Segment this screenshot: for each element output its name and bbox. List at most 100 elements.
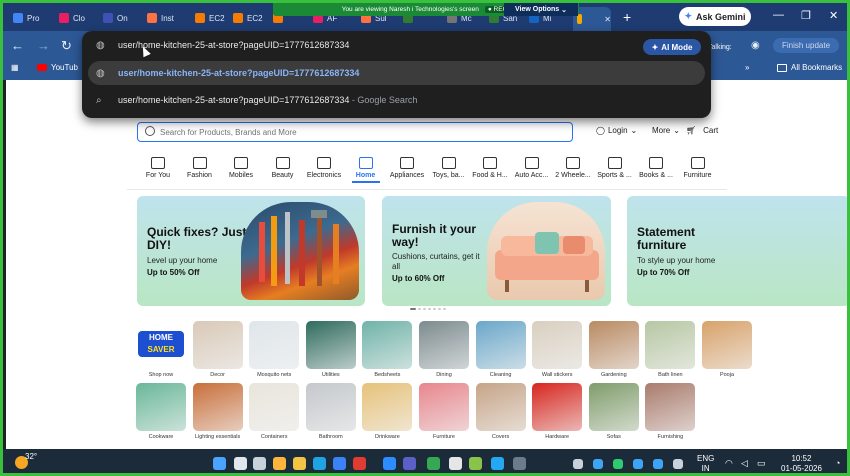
all-bookmarks[interactable]: All Bookmarks [777, 63, 842, 72]
forward-icon[interactable]: → [37, 38, 50, 53]
close-tab-icon[interactable]: ✕ [604, 15, 611, 24]
category-tile[interactable]: Cleaning [475, 321, 526, 378]
browser-tab[interactable]: Inst [143, 8, 174, 28]
battery-icon[interactable]: ▭ [757, 458, 766, 468]
category-tile[interactable]: Mosquito nets [249, 321, 300, 378]
tray-icon[interactable] [673, 459, 683, 469]
browser-tab[interactable]: Pro [9, 8, 39, 28]
category-sports[interactable]: Sports & ... [593, 155, 637, 179]
category-tile[interactable]: Hardware [532, 383, 583, 440]
finish-update-button[interactable]: Finish update [773, 38, 839, 53]
category-tile[interactable]: Drinkware [362, 383, 413, 440]
task-view-icon[interactable] [253, 457, 266, 470]
language-indicator[interactable]: ENG IN [697, 454, 714, 473]
app-icon[interactable] [353, 457, 366, 470]
vscode-icon[interactable] [491, 457, 504, 470]
carousel-dot[interactable] [433, 308, 436, 310]
clock[interactable]: 10:52 01-05-2026 [781, 454, 822, 473]
tray-icon[interactable] [613, 459, 623, 469]
category-tile[interactable]: Covers [475, 383, 526, 440]
browser-tab[interactable]: Clo [55, 8, 85, 28]
category-mobiles[interactable]: Mobiles [219, 155, 263, 179]
category-beauty[interactable]: Beauty [261, 155, 305, 179]
ai-mode-button[interactable]: ✦ AI Mode [643, 39, 701, 55]
app-icon[interactable] [469, 457, 482, 470]
carousel-dot[interactable] [418, 308, 421, 310]
omnibox-suggestion-search[interactable]: ⌕ user/home-kitchen-25-at-store?pageUID=… [82, 88, 711, 112]
minimize-icon[interactable]: — [773, 9, 784, 21]
more-button[interactable]: More ⌄ [652, 126, 680, 135]
carousel-dot[interactable] [443, 308, 446, 310]
volume-icon[interactable]: ◁ [741, 458, 748, 468]
browser-tab[interactable]: EC2 [229, 8, 263, 28]
category-for-you[interactable]: For You [136, 155, 180, 179]
close-icon[interactable]: ✕ [829, 9, 838, 22]
view-options-button[interactable]: View Options ⌄ [504, 3, 578, 16]
bookmarks-overflow-icon[interactable]: » [745, 63, 749, 72]
carousel-dot[interactable] [410, 308, 416, 310]
banner-furniture[interactable]: Statement furniture To style up your hom… [627, 196, 847, 306]
zoom-icon[interactable] [383, 457, 396, 470]
search-icon[interactable] [234, 457, 247, 470]
apps-grid-icon[interactable]: ▦ [11, 63, 19, 72]
browser-tab[interactable]: On [99, 8, 128, 28]
start-icon[interactable] [213, 457, 226, 470]
cart-button[interactable]: 🛒︎ Cart [686, 126, 718, 135]
category-tile[interactable]: Utilities [305, 321, 356, 378]
category-appliances[interactable]: Appliances [385, 155, 429, 179]
omnibox-input[interactable]: ◍ user/home-kitchen-25-at-store?pageUID=… [82, 33, 711, 57]
category-tile[interactable]: Furniture [419, 383, 469, 440]
carousel-indicator[interactable] [410, 308, 446, 310]
wifi-icon[interactable]: ◠ [725, 458, 733, 468]
category-electronics[interactable]: Electronics [302, 155, 346, 179]
category-home[interactable]: Home [344, 155, 388, 183]
category-tile[interactable]: HOME SAVER Shop now [136, 321, 186, 378]
app-icon[interactable] [513, 457, 526, 470]
login-button[interactable]: ◯ Login ⌄ [596, 126, 637, 135]
category-furniture[interactable]: Furniture [676, 155, 720, 179]
back-icon[interactable]: ← [11, 38, 24, 53]
omnibox-suggestion-url[interactable]: ◍ user/home-kitchen-25-at-store?pageUID=… [88, 61, 705, 85]
store-icon[interactable] [333, 457, 346, 470]
file-explorer-icon[interactable] [293, 457, 306, 470]
category-fashion[interactable]: Fashion [178, 155, 222, 179]
maximize-icon[interactable]: ❐ [801, 9, 811, 22]
category-tile[interactable]: Bedsheets [362, 321, 413, 378]
github-icon[interactable] [449, 457, 462, 470]
category-tile[interactable]: Furnishing [645, 383, 696, 440]
banner-furnish[interactable]: Furnish it your way! Cushions, curtains,… [382, 196, 611, 306]
category-tile[interactable]: Cookware [136, 383, 186, 440]
category-tile[interactable]: Bathroom [305, 383, 356, 440]
category-tile[interactable]: Dining [419, 321, 469, 378]
reload-icon[interactable]: ↻ [61, 38, 72, 54]
tray-icon[interactable] [593, 459, 603, 469]
banner-diy[interactable]: Quick fixes? Just DIY! Level up your hom… [137, 196, 365, 306]
category-food-h[interactable]: Food & H... [468, 155, 512, 179]
store-search-input[interactable]: Search for Products, Brands and More [137, 122, 573, 142]
category-2-wheele[interactable]: 2 Wheele... [551, 155, 595, 179]
category-tile[interactable]: Bath linen [645, 321, 696, 378]
category-tile[interactable]: Lighting essentials [192, 383, 243, 440]
notification-bell-icon[interactable]: ◔ [835, 458, 840, 468]
tray-icon[interactable] [653, 459, 663, 469]
carousel-dot[interactable] [428, 308, 431, 310]
edge-icon[interactable] [313, 457, 326, 470]
tray-icon[interactable] [633, 459, 643, 469]
category-toys-ba[interactable]: Toys, ba... [427, 155, 471, 179]
browser-tab[interactable]: EC2 [191, 8, 225, 28]
bookmark-youtube[interactable]: YouTub [37, 63, 78, 72]
carousel-dot[interactable] [438, 308, 441, 310]
category-tile[interactable]: Containers [249, 383, 300, 440]
tray-icon[interactable] [573, 459, 583, 469]
category-tile[interactable]: Pooja [702, 321, 752, 378]
new-tab-button[interactable]: + [623, 9, 631, 25]
chrome-icon[interactable] [427, 457, 440, 470]
category-tile[interactable]: Sofas [588, 383, 639, 440]
widgets-icon[interactable] [273, 457, 286, 470]
category-tile[interactable]: Gardening [588, 321, 639, 378]
ask-gemini-button[interactable]: ✦ Ask Gemini [679, 7, 751, 26]
category-tile[interactable]: Wall stickers [532, 321, 583, 378]
category-tile[interactable]: Decor [192, 321, 243, 378]
teams-icon[interactable] [403, 457, 416, 470]
category-books[interactable]: Books & ... [634, 155, 678, 179]
